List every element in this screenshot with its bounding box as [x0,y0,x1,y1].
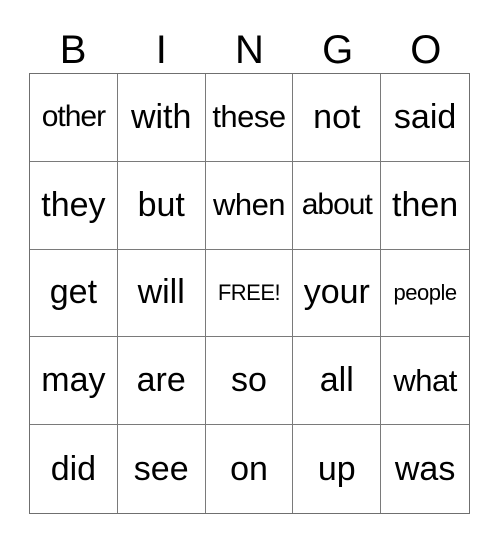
bingo-cell[interactable]: on [206,425,294,513]
header-letter-b: B [59,28,87,72]
free-space-cell[interactable]: FREE! [205,249,294,338]
bingo-cell[interactable]: said [381,74,469,162]
bingo-cell[interactable]: they [30,161,118,250]
bingo-cell[interactable]: may [30,337,118,426]
bingo-cell[interactable]: other [30,74,118,162]
header-letter-n: N [235,28,264,72]
header-letter-g: G [322,28,354,72]
bingo-cell[interactable]: will [117,249,206,338]
bingo-cell[interactable]: your [293,249,382,338]
bingo-cell[interactable]: so [205,337,294,426]
bingo-cell[interactable]: these [205,74,294,162]
bingo-cell[interactable]: did [30,425,118,513]
header-letter-o: O [410,28,442,72]
bingo-cell[interactable]: up [293,425,382,513]
bingo-cell[interactable]: was [381,425,469,513]
bingo-cell[interactable]: get [30,249,118,338]
bingo-cell[interactable]: people [381,250,469,338]
bingo-cell[interactable]: about [293,161,382,250]
bingo-header: B I N G O [29,28,470,72]
bingo-cell[interactable]: when [205,161,294,250]
bingo-cell[interactable]: with [117,74,206,162]
bingo-cell[interactable]: but [117,161,206,250]
bingo-cell[interactable]: not [293,74,382,162]
bingo-cell[interactable]: all [293,337,382,426]
bingo-grid: other with these not said they but when about the… [29,73,470,514]
bingo-cell[interactable]: are [117,337,206,426]
bingo-cell[interactable]: what [381,337,469,426]
bingo-cell[interactable]: see [118,425,206,513]
bingo-cell[interactable]: then [381,162,469,250]
header-letter-i: I [155,28,167,72]
